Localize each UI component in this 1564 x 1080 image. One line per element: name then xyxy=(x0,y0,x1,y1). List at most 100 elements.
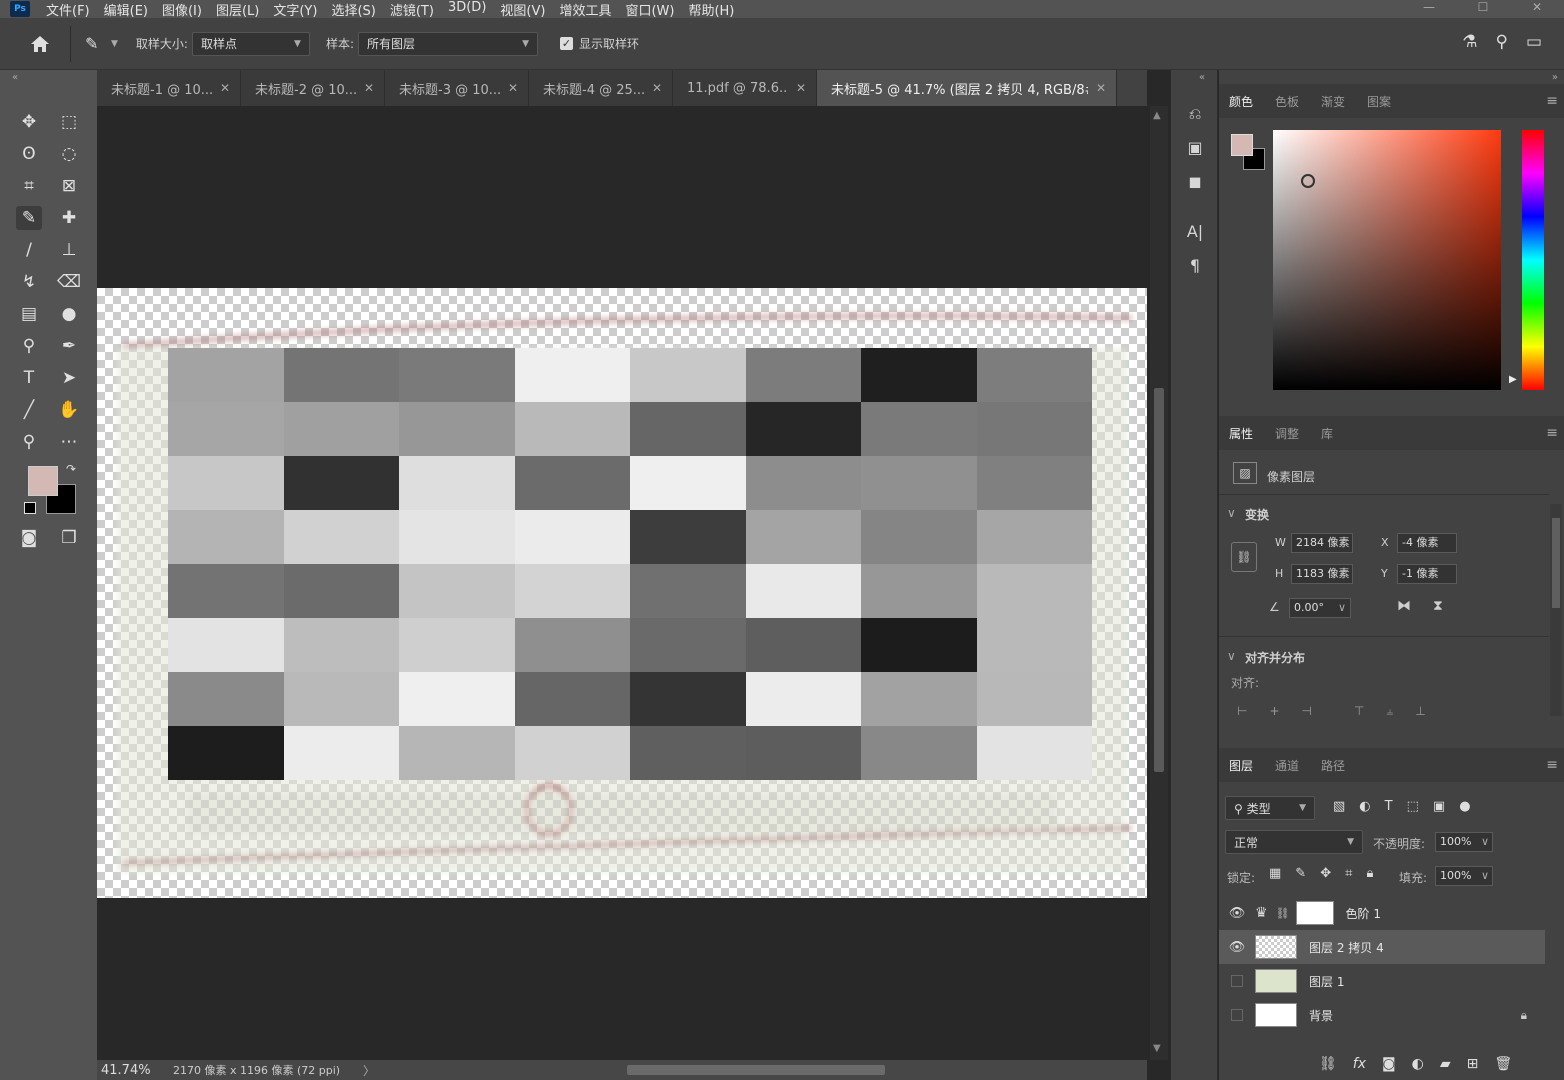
more-tools-icon[interactable]: ⋯ xyxy=(56,430,82,454)
default-colors-icon[interactable] xyxy=(24,502,36,514)
menu-item-9[interactable]: 增效工具 xyxy=(559,0,611,19)
hand-tool-icon[interactable]: ✋ xyxy=(56,398,82,422)
character-icon[interactable]: A| xyxy=(1183,222,1207,244)
filter-toggle-icon[interactable]: ● xyxy=(1459,799,1470,814)
menu-item-4[interactable]: 文字(Y) xyxy=(273,0,317,19)
healing-brush-tool-icon[interactable]: ✚ xyxy=(56,206,82,230)
filter-smart-icon[interactable]: ▣ xyxy=(1433,799,1445,814)
document-canvas[interactable] xyxy=(97,288,1147,898)
visibility-toggle[interactable] xyxy=(1231,975,1243,987)
y-field[interactable]: -1 像素 xyxy=(1397,564,1457,584)
hue-slider-handle-icon[interactable]: ▶ xyxy=(1509,374,1517,385)
tab-paths[interactable]: 路径 xyxy=(1321,757,1345,774)
show-ring-checkbox[interactable]: ✓ xyxy=(560,37,574,50)
marquee-tool-icon[interactable]: ⬚ xyxy=(56,110,82,134)
plugins-icon[interactable]: ▣ xyxy=(1183,138,1207,160)
paragraph-icon[interactable]: ¶ xyxy=(1183,256,1207,278)
align-vcenter-icon[interactable]: ⫨ xyxy=(1386,704,1393,719)
menu-item-8[interactable]: 视图(V) xyxy=(500,0,545,19)
layer-row[interactable]: 图层 1 xyxy=(1219,964,1545,998)
lock-position-icon[interactable]: ✥ xyxy=(1320,866,1331,881)
tab-gradients[interactable]: 渐变 xyxy=(1321,93,1345,110)
mask-link-icon[interactable]: ⛓ xyxy=(1276,907,1290,920)
menu-item-5[interactable]: 选择(S) xyxy=(331,0,375,19)
visibility-eye-icon[interactable]: 👁︎ xyxy=(1219,940,1255,955)
tab-adjustments[interactable]: 调整 xyxy=(1275,425,1299,442)
chevron-down-icon[interactable]: ∨ xyxy=(1227,506,1236,520)
filter-adjustment-icon[interactable]: ◐ xyxy=(1359,799,1370,814)
comments-icon[interactable]: ◼ xyxy=(1183,172,1207,194)
angle-field[interactable]: 0.00° ∨ xyxy=(1289,598,1351,618)
layer-style-icon[interactable]: fx xyxy=(1353,1056,1366,1072)
menu-item-2[interactable]: 图像(I) xyxy=(162,0,202,19)
home-icon[interactable] xyxy=(26,35,54,53)
close-tab-icon[interactable]: ✕ xyxy=(796,81,806,95)
horizontal-scroll-thumb[interactable] xyxy=(627,1065,885,1075)
maximize-button[interactable]: ☐ xyxy=(1456,0,1510,18)
menu-item-0[interactable]: 文件(F) xyxy=(46,0,90,19)
fill-field[interactable]: 100% ∨ xyxy=(1435,866,1493,886)
tab-color[interactable]: 颜色 xyxy=(1229,93,1253,110)
collapse-tools-icon[interactable]: « xyxy=(12,72,18,83)
flip-horizontal-icon[interactable]: ⧓ xyxy=(1397,598,1411,614)
pen-tool-icon[interactable]: ✒ xyxy=(56,334,82,358)
sample-dropdown[interactable]: 所有图层 ▼ xyxy=(358,31,539,56)
menu-item-6[interactable]: 滤镜(T) xyxy=(390,0,434,19)
menu-item-11[interactable]: 帮助(H) xyxy=(688,0,734,19)
chevron-down-icon[interactable]: ∨ xyxy=(1227,649,1236,663)
align-top-icon[interactable]: ⊤ xyxy=(1354,704,1364,719)
close-tab-icon[interactable]: ✕ xyxy=(508,81,518,95)
crop-tool-icon[interactable]: ⌗ xyxy=(16,174,42,198)
expand-panels-icon[interactable]: » xyxy=(1552,72,1558,83)
width-field[interactable]: 2184 像素 xyxy=(1291,533,1353,553)
zoom-tool-icon[interactable]: ⚲ xyxy=(16,430,42,454)
tab-channels[interactable]: 通道 xyxy=(1275,757,1299,774)
eraser-tool-icon[interactable]: ⌫ xyxy=(56,270,82,294)
screen-mode-icon[interactable]: ❐ xyxy=(56,526,82,550)
visibility-eye-icon[interactable]: 👁︎ xyxy=(1219,906,1255,921)
blur-tool-icon[interactable]: ● xyxy=(56,302,82,326)
link-dimensions-icon[interactable]: ⛓ xyxy=(1231,542,1257,572)
status-menu-arrow[interactable]: 〉 xyxy=(363,1062,389,1079)
tab-libraries[interactable]: 库 xyxy=(1321,425,1333,442)
blend-mode-dropdown[interactable]: 正常 ▼ xyxy=(1225,830,1363,854)
eyedropper-tool-icon[interactable]: ✎ xyxy=(85,34,105,53)
workspace-icon[interactable]: ▭ xyxy=(1526,32,1542,52)
align-left-icon[interactable]: ⊢ xyxy=(1237,704,1247,719)
document-tab-0[interactable]: 未标题-1 @ 10... ✕ xyxy=(97,70,241,106)
panel-menu-icon[interactable]: ≡ xyxy=(1546,93,1558,109)
dodge-tool-icon[interactable]: ⚲ xyxy=(16,334,42,358)
frame-tool-icon[interactable]: ⊠ xyxy=(56,174,82,198)
panel-menu-icon[interactable]: ≡ xyxy=(1546,757,1558,773)
properties-scrollbar[interactable] xyxy=(1550,504,1562,716)
flask-icon[interactable]: ⚗ xyxy=(1462,32,1477,52)
lock-all-icon[interactable]: 🔒︎ xyxy=(1366,866,1373,881)
link-layers-icon[interactable]: ⛓ xyxy=(1319,1056,1337,1072)
document-tab-3[interactable]: 未标题-4 @ 25... ✕ xyxy=(529,70,673,106)
layer-row[interactable]: 背景 🔒︎ xyxy=(1219,998,1545,1032)
move-tool-icon[interactable]: ✥ xyxy=(16,110,42,134)
swap-colors-icon[interactable]: ↷ xyxy=(66,462,76,476)
opacity-field[interactable]: 100% ∨ xyxy=(1435,832,1493,852)
layer-row[interactable]: 👁︎ 图层 2 拷贝 4 xyxy=(1219,930,1545,964)
add-mask-icon[interactable]: ◙ xyxy=(1382,1056,1396,1072)
document-tab-5[interactable]: 未标题-5 @ 41.7% (图层 2 拷贝 4, RGB/8#) * ✕ xyxy=(817,70,1117,106)
brush-tool-icon[interactable]: ∕ xyxy=(16,238,42,262)
layer-filter-dropdown[interactable]: ⚲ 类型 ▼ xyxy=(1225,796,1315,820)
lock-transparent-icon[interactable]: ▦ xyxy=(1269,866,1281,881)
eyedropper-tool-icon[interactable]: ✎ xyxy=(16,206,42,230)
collapse-icon[interactable]: « xyxy=(1199,72,1205,83)
zoom-level[interactable]: 41.74% xyxy=(101,1063,173,1078)
tab-swatches[interactable]: 色板 xyxy=(1275,93,1299,110)
tab-properties[interactable]: 属性 xyxy=(1229,425,1253,442)
foreground-color-swatch[interactable] xyxy=(28,466,58,496)
layer-mask-thumbnail[interactable] xyxy=(1295,901,1334,925)
panel-menu-icon[interactable]: ≡ xyxy=(1546,425,1558,441)
visibility-toggle[interactable] xyxy=(1231,1009,1243,1021)
sample-size-dropdown[interactable]: 取样点 ▼ xyxy=(191,31,310,56)
history-brush-tool-icon[interactable]: ↯ xyxy=(16,270,42,294)
filter-pixel-icon[interactable]: ▧ xyxy=(1333,799,1345,814)
horizontal-scrollbar[interactable] xyxy=(389,1064,1129,1076)
lock-artboard-icon[interactable]: ⌗ xyxy=(1345,866,1352,881)
gradient-tool-icon[interactable]: ▤ xyxy=(16,302,42,326)
